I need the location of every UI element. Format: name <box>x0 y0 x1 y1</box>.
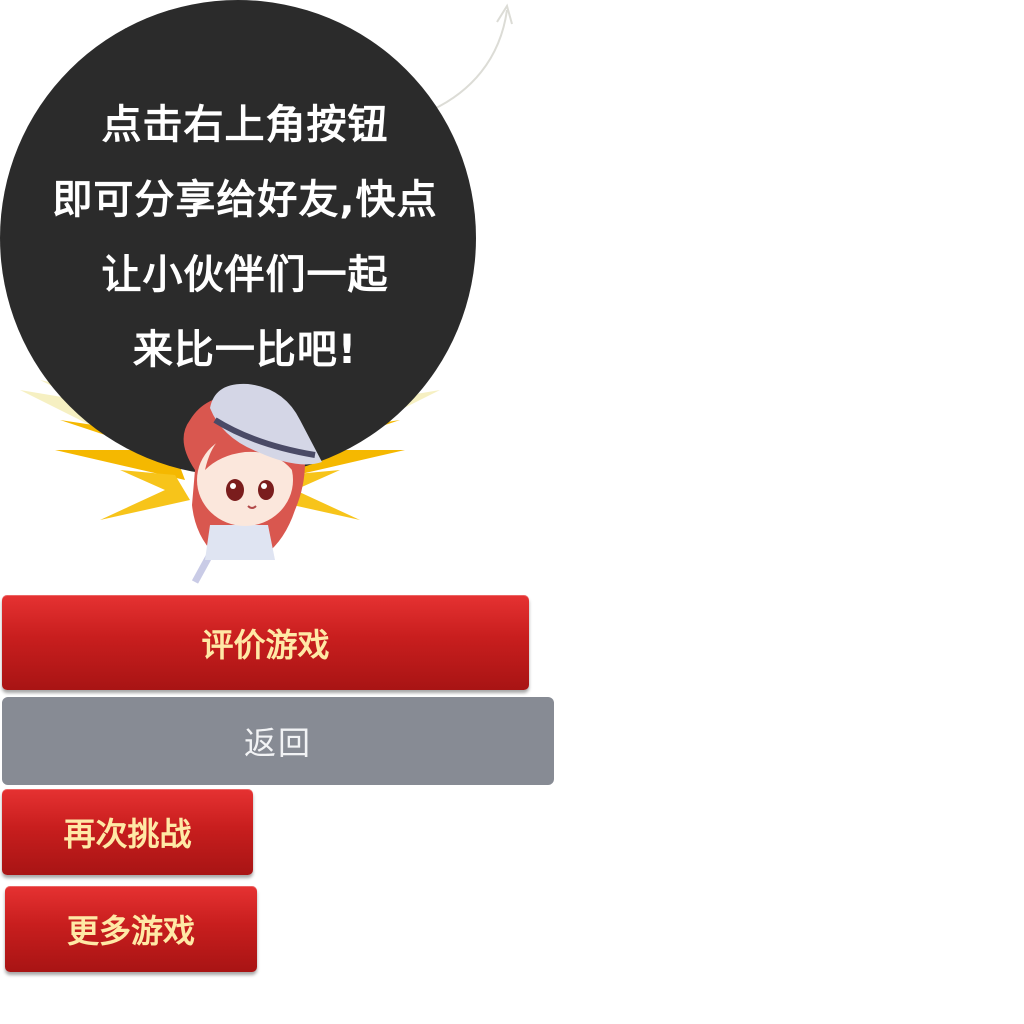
back-button[interactable]: 返回 <box>2 697 554 785</box>
more-games-label: 更多游戏 <box>66 912 195 950</box>
retry-challenge-label: 再次挑战 <box>63 815 192 853</box>
back-label: 返回 <box>243 724 312 762</box>
rate-game-label: 评价游戏 <box>201 625 330 664</box>
share-line-2: 即可分享给好友,快点 <box>52 177 438 223</box>
share-instruction-text: 点击右上角按钮 即可分享给好友,快点 让小伙伴们一起 来比一比吧! <box>20 88 470 388</box>
more-games-button[interactable]: 更多游戏 <box>5 886 257 972</box>
rate-game-button[interactable]: 评价游戏 <box>2 595 529 690</box>
retry-challenge-button[interactable]: 再次挑战 <box>2 789 253 875</box>
share-line-4: 来比一比吧! <box>132 327 358 373</box>
share-line-1: 点击右上角按钮 <box>101 102 389 148</box>
share-line-3: 让小伙伴们一起 <box>101 252 389 298</box>
